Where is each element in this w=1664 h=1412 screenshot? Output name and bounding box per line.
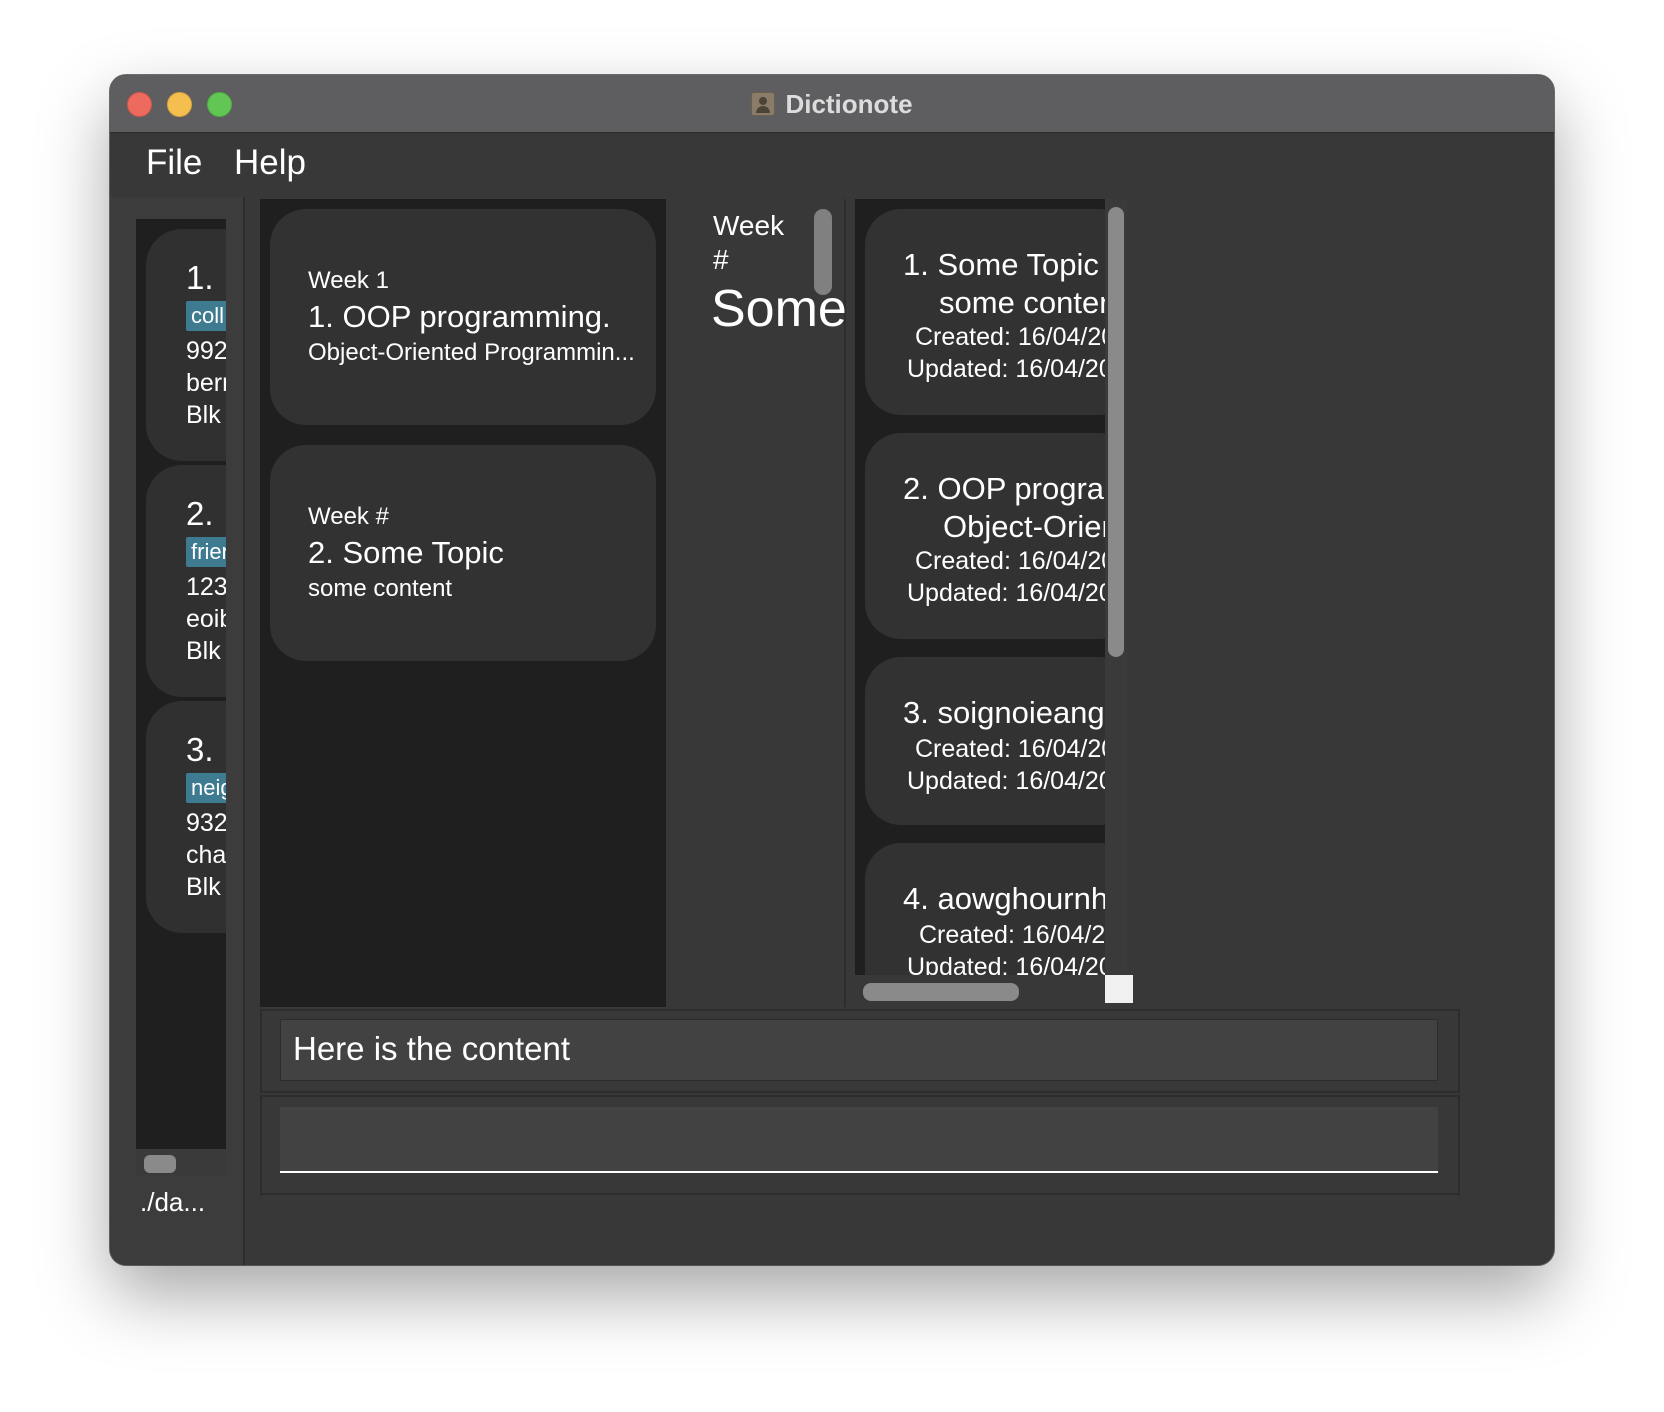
note-card[interactable]: Week # 2. Some Topic some content xyxy=(270,445,656,661)
history-content: Object-Orier xyxy=(943,509,1105,544)
contact-tag: coll xyxy=(186,301,226,331)
history-created: Created: 16/04/20 xyxy=(915,735,1105,763)
contact-email: eoib xyxy=(186,605,226,633)
note-week: Week 1 xyxy=(308,267,389,294)
history-updated: Updated: 16/04/20 xyxy=(907,767,1105,795)
note-detail-pane: Week # Some xyxy=(666,199,847,1007)
result-display-pane: Here is the content xyxy=(260,1009,1460,1093)
history-vscrollbar[interactable] xyxy=(1105,199,1127,975)
menu-help[interactable]: Help xyxy=(234,143,306,183)
contact-card[interactable]: 2. frier 123 eoib Blk xyxy=(146,465,226,697)
result-display: Here is the content xyxy=(280,1019,1438,1081)
app-icon xyxy=(751,92,776,116)
history-updated: Updated: 16/04/20 xyxy=(907,355,1105,383)
history-title: 4. aowghournh xyxy=(903,881,1105,916)
history-card[interactable]: 3. soignoieangi Created: 16/04/20 Update… xyxy=(865,657,1105,825)
contact-phone: 992 xyxy=(186,337,226,365)
status-path: ./da... xyxy=(140,1187,206,1217)
contact-phone: 932 xyxy=(186,809,226,837)
window-title: Dictionote xyxy=(785,88,913,119)
menu-bar: File Help xyxy=(110,133,1554,197)
history-hscrollbar[interactable] xyxy=(855,975,1105,1007)
history-card[interactable]: 4. aowghournh Created: 16/04/20 Updated:… xyxy=(865,843,1105,975)
contact-address: Blk xyxy=(186,637,221,665)
note-title: 2. Some Topic xyxy=(308,535,504,570)
history-title: 2. OOP prograr xyxy=(903,471,1105,506)
note-list[interactable]: Week 1 1. OOP programming. Object-Orient… xyxy=(260,199,666,1007)
history-updated: Updated: 16/04/20 xyxy=(907,953,1105,975)
history-created: Created: 16/04/20 xyxy=(919,921,1105,949)
contact-phone: 123 xyxy=(186,573,226,601)
contact-list[interactable]: 1. coll 992 berr Blk 2. frier 123 eoib B… xyxy=(136,219,226,1149)
contact-tag: neig xyxy=(186,773,226,803)
history-card[interactable]: 1. Some Topic some conten Created: 16/04… xyxy=(865,209,1105,415)
contact-index: 2. xyxy=(186,495,214,532)
note-detail-scrollbar[interactable] xyxy=(814,209,832,295)
command-input[interactable] xyxy=(280,1107,1438,1173)
contact-index: 1. xyxy=(186,259,214,296)
note-detail-topic: Some xyxy=(711,280,847,338)
history-updated: Updated: 16/04/20 xyxy=(907,579,1105,607)
note-content: some content xyxy=(308,575,453,602)
contact-email: berr xyxy=(186,369,226,397)
contact-address: Blk xyxy=(186,401,221,429)
title-bar: Dictionote xyxy=(110,75,1554,133)
menu-file[interactable]: File xyxy=(146,143,202,183)
note-history-list[interactable]: 1. Some Topic some conten Created: 16/04… xyxy=(855,199,1105,975)
note-history-pane: 1. Some Topic some conten Created: 16/04… xyxy=(855,199,1133,1007)
scroll-thumb[interactable] xyxy=(1108,207,1124,657)
contact-address: Blk xyxy=(186,873,221,901)
history-title: 3. soignoieangi xyxy=(903,695,1105,730)
note-card[interactable]: Week 1 1. OOP programming. Object-Orient… xyxy=(270,209,656,425)
history-card[interactable]: 2. OOP prograr Object-Orier Created: 16/… xyxy=(865,433,1105,639)
history-content: some conten xyxy=(939,285,1105,320)
note-week: Week # xyxy=(308,503,389,530)
scroll-thumb[interactable] xyxy=(144,1155,176,1173)
contact-tag: frier xyxy=(186,537,226,567)
history-title: 1. Some Topic xyxy=(903,247,1099,282)
note-content: Object-Oriented Programmin... xyxy=(308,339,635,366)
contact-list-hscrollbar[interactable] xyxy=(136,1149,226,1175)
contact-index: 3. xyxy=(186,731,214,768)
contact-email: cha xyxy=(186,841,226,869)
note-title: 1. OOP programming. xyxy=(308,299,611,334)
contact-card[interactable]: 3. neig 932 cha Blk xyxy=(146,701,226,933)
scroll-corner xyxy=(1105,975,1133,1003)
title-wrap: Dictionote xyxy=(110,75,1554,133)
note-detail-week: Week # xyxy=(713,210,785,275)
history-created: Created: 16/04/20 xyxy=(915,323,1105,351)
command-box-pane xyxy=(260,1095,1460,1195)
contact-card[interactable]: 1. coll 992 berr Blk xyxy=(146,229,226,461)
contact-list-pane: 1. coll 992 berr Blk 2. frier 123 eoib B… xyxy=(110,197,245,1265)
app-window: Dictionote File Help 1. coll 992 berr Bl… xyxy=(110,75,1554,1265)
history-created: Created: 16/04/20 xyxy=(915,547,1105,575)
scroll-thumb[interactable] xyxy=(863,983,1019,1001)
